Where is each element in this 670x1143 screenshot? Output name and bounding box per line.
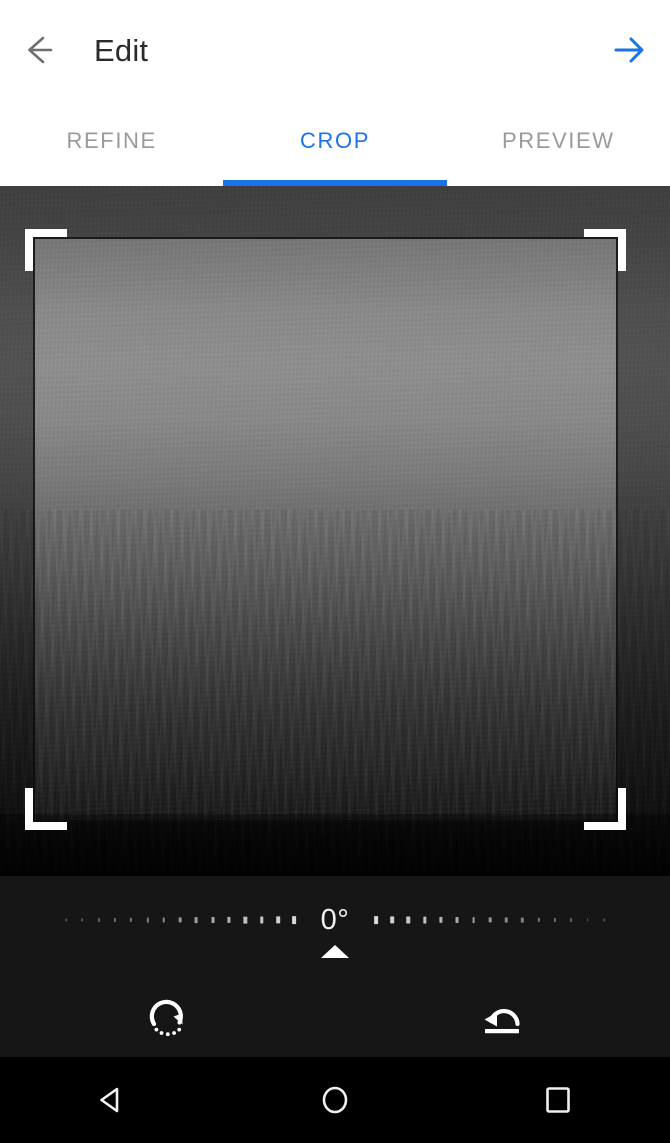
dim-overlay-left [0, 237, 33, 822]
back-button[interactable] [0, 0, 76, 100]
next-button[interactable] [586, 0, 670, 100]
dim-overlay-right [618, 237, 670, 822]
crop-handle-bottom-right[interactable] [584, 788, 626, 830]
triangle-up-icon [321, 945, 349, 958]
nav-home[interactable] [223, 1057, 446, 1143]
crop-handle-top-left[interactable] [25, 229, 67, 271]
android-recents-icon [546, 1087, 571, 1113]
android-home-icon [322, 1086, 348, 1114]
crop-stage[interactable] [0, 186, 670, 876]
flip-reset-icon [484, 1008, 520, 1033]
arrow-right-icon [614, 37, 644, 63]
crop-handle-bottom-left-vertical-arm [25, 788, 33, 830]
crop-handle-top-right[interactable] [584, 229, 626, 271]
photo-image [0, 186, 670, 876]
crop-controls: 0° [0, 876, 670, 1057]
tab-crop-label: CROP [300, 128, 370, 153]
crop-handle-top-left-vertical-arm [25, 229, 33, 271]
tab-preview-label: PREVIEW [501, 128, 615, 153]
rotate-button[interactable] [0, 980, 335, 1057]
app-bar: Edit [0, 0, 670, 100]
tab-bar: REFINE CROP PREVIEW [0, 100, 670, 186]
tab-preview[interactable]: PREVIEW [447, 100, 670, 186]
crop-handle-bottom-right-vertical-arm [618, 788, 626, 830]
nav-back[interactable] [0, 1057, 223, 1143]
rotation-dial[interactable]: 0° [0, 900, 670, 962]
action-row [0, 980, 670, 1057]
dim-overlay-top [0, 186, 670, 237]
crop-handle-top-right-vertical-arm [618, 229, 626, 271]
arrow-left-icon [28, 36, 53, 64]
dim-overlay-bottom [0, 822, 670, 876]
tab-refine-label: REFINE [66, 128, 157, 153]
nav-recents[interactable] [447, 1057, 670, 1143]
page-title: Edit [94, 32, 149, 68]
android-navigation-bar [0, 1057, 670, 1143]
android-back-icon [99, 1087, 118, 1113]
tab-crop[interactable]: CROP [223, 100, 447, 186]
rotate-clockwise-icon [149, 999, 183, 1036]
tab-refine[interactable]: REFINE [0, 100, 223, 186]
rotation-value-label: 0° [320, 904, 350, 936]
edit-crop-screen: Edit REFINE CROP PREVIEW 0° [0, 0, 670, 1143]
crop-handle-bottom-left[interactable] [25, 788, 67, 830]
flip-button[interactable] [335, 980, 670, 1057]
